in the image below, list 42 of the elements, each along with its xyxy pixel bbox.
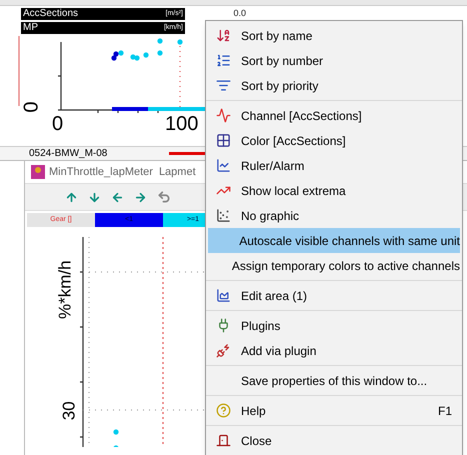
menu-item[interactable]: Color [AccSections]	[208, 128, 460, 153]
arrow-left-icon[interactable]	[111, 190, 124, 204]
menu-item[interactable]: Plugins	[208, 313, 460, 338]
person-avatar-icon	[31, 165, 45, 179]
menu-item[interactable]: Help F1	[208, 398, 460, 423]
shortcut-text: F1	[438, 402, 453, 420]
menu-item[interactable]: Close	[208, 428, 460, 453]
session-label: 0524-BMW_M-08	[29, 147, 108, 161]
sort-az-icon	[216, 28, 230, 43]
door-icon	[216, 433, 230, 448]
numbered-list-icon	[216, 53, 230, 68]
menu-item[interactable]: Add via plugin	[208, 338, 460, 363]
menu-item[interactable]: Assign temporary colors to active channels	[208, 253, 460, 278]
arrow-right-icon[interactable]	[134, 190, 147, 204]
arrow-down-icon[interactable]	[88, 190, 101, 204]
x-tick-label: 100	[165, 114, 198, 134]
wave-icon	[216, 108, 230, 123]
color-grid-icon	[216, 133, 230, 148]
x-tick-label: 0	[52, 114, 64, 134]
line-chart-icon	[216, 158, 230, 173]
menu-item[interactable]: Autoscale visible channels with same unit	[208, 228, 460, 253]
list-icon	[216, 78, 230, 93]
area-chart-icon	[216, 288, 230, 303]
window-title: MinThrottle_lapMeter	[49, 164, 153, 180]
menu-item[interactable]: Save properties of this window to...	[208, 368, 460, 393]
menu-item[interactable]: Sort by number	[208, 48, 460, 73]
scatter-axes-icon	[216, 208, 230, 223]
menu-item[interactable]: Channel [AccSections]	[208, 103, 460, 128]
menu-item[interactable]: Ruler/Alarm	[208, 153, 460, 178]
window-title: Lapmet	[158, 164, 196, 180]
help-icon	[216, 403, 230, 418]
undo-icon[interactable]	[157, 190, 171, 204]
menu-item[interactable]: Sort by name	[208, 23, 460, 48]
menu-item[interactable]: Edit area (1)	[208, 283, 460, 308]
y-tick-label: 30	[58, 401, 80, 420]
plug-icon	[216, 343, 230, 358]
y-tick-label: 0	[22, 101, 42, 113]
arrow-up-icon[interactable]	[65, 190, 78, 204]
axis-label: %*km/h	[54, 260, 76, 320]
menu-item[interactable]: Sort by priority	[208, 73, 460, 98]
menu-item[interactable]: Show local extrema	[208, 178, 460, 203]
channel-value: 0.0	[233, 8, 246, 18]
